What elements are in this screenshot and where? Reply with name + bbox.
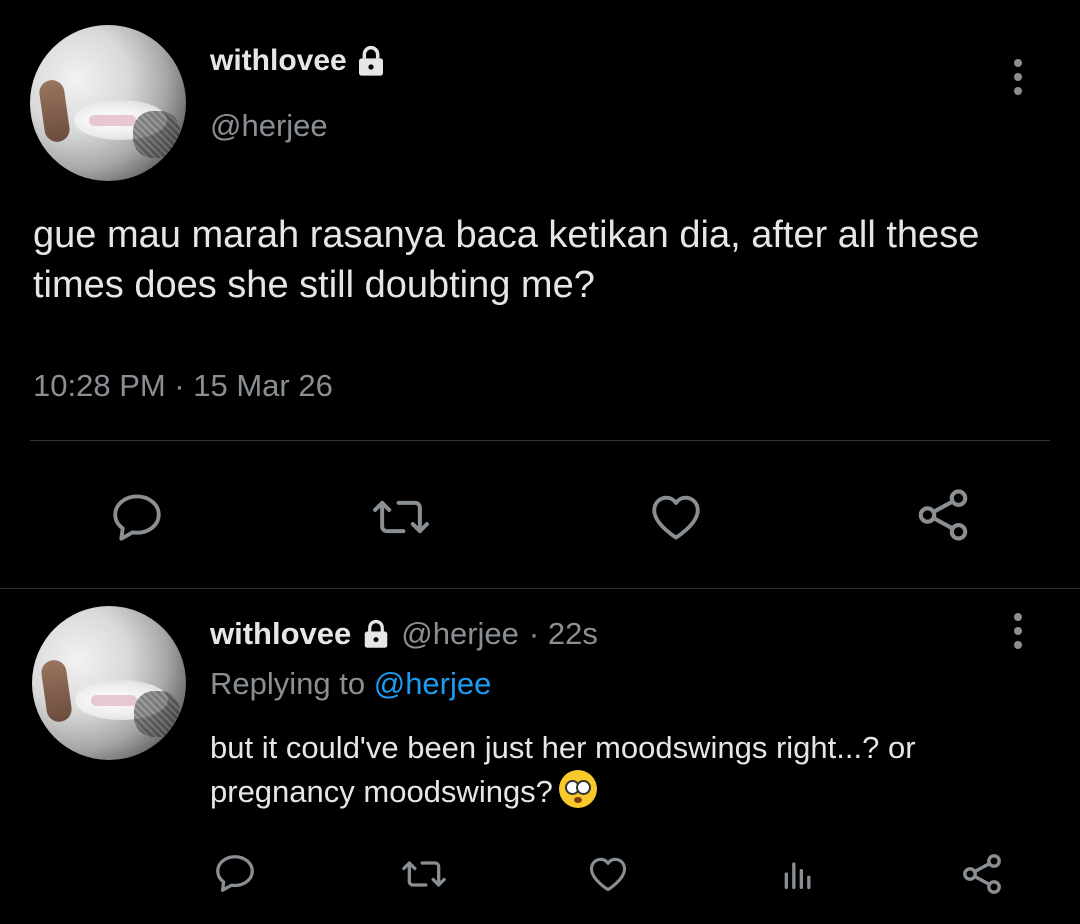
timestamp[interactable]: 10:28 PM · 15 Mar 26 <box>33 368 333 404</box>
reply-text: but it could've been just her moodswings… <box>210 730 916 809</box>
display-name[interactable]: withlovee <box>210 44 387 78</box>
share-icon[interactable] <box>912 484 974 551</box>
like-icon[interactable] <box>584 852 632 901</box>
more-icon[interactable] <box>1008 58 1028 103</box>
flushed-face-icon <box>558 770 597 808</box>
share-icon[interactable] <box>958 850 1006 903</box>
more-icon[interactable] <box>1008 612 1028 657</box>
like-icon[interactable] <box>646 488 706 551</box>
reply-display-name[interactable]: withlovee <box>210 616 351 652</box>
mention-link[interactable]: @herjee <box>374 666 492 701</box>
divider <box>30 440 1050 441</box>
lock-icon <box>355 45 387 77</box>
reply-avatar[interactable] <box>32 606 186 760</box>
section-divider <box>0 588 1080 589</box>
reply-header: withlovee @herjee · 22s <box>210 616 598 652</box>
reply-time: · 22s <box>528 616 598 651</box>
retweet-icon[interactable] <box>398 852 450 901</box>
replying-to: Replying to @herjee <box>210 666 492 701</box>
tweet-text: gue mau marah rasanya baca ketikan dia, … <box>33 214 990 306</box>
analytics-icon[interactable] <box>778 854 818 899</box>
reply-icon[interactable] <box>108 488 166 551</box>
reply-icon[interactable] <box>212 850 258 901</box>
avatar[interactable] <box>30 25 186 181</box>
retweet-icon[interactable] <box>368 488 434 551</box>
reply-handle[interactable]: @herjee <box>401 616 519 652</box>
handle[interactable]: @herjee <box>210 108 328 144</box>
lock-icon <box>361 619 391 649</box>
